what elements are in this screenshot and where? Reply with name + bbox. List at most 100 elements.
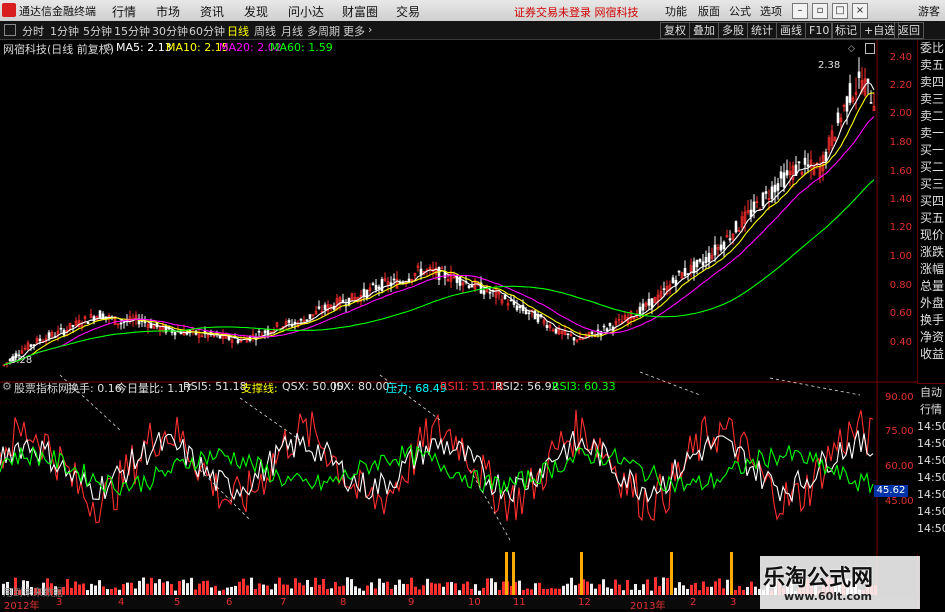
- side-panel-item[interactable]: 卖五: [918, 57, 945, 74]
- side-time-item[interactable]: 14:50: [917, 469, 945, 486]
- multi-stock-button[interactable]: 多股: [718, 22, 748, 39]
- side-panel-item[interactable]: 买四: [918, 193, 945, 210]
- guest-label[interactable]: 游客: [918, 3, 940, 19]
- chart-canvas[interactable]: [0, 40, 917, 597]
- period-tab-15min[interactable]: 15分钟: [114, 23, 150, 39]
- volume-bar: [346, 577, 349, 595]
- side-panel-item[interactable]: 卖二: [918, 108, 945, 125]
- volume-bar: [334, 581, 337, 595]
- month-label: 7: [280, 597, 287, 608]
- indicator-gear-icon[interactable]: ⚙: [2, 380, 12, 393]
- side-panel-item[interactable]: 买三: [918, 176, 945, 193]
- side-panel-item[interactable]: 总量: [918, 278, 945, 295]
- side-panel-item[interactable]: 涨跌: [918, 244, 945, 261]
- volume-bar: [118, 589, 121, 595]
- menu-options[interactable]: 选项: [760, 3, 782, 19]
- volume-bar: [534, 583, 537, 595]
- side-time-item[interactable]: 14:50: [917, 486, 945, 503]
- adjust-button[interactable]: 复权: [660, 22, 690, 39]
- side-time-item[interactable]: 14:50: [917, 503, 945, 520]
- volume-bar: [646, 579, 649, 595]
- menu-functions[interactable]: 功能: [665, 3, 687, 19]
- menu-market[interactable]: 市场: [156, 3, 180, 20]
- month-label: 6: [226, 597, 233, 608]
- close-icon[interactable]: ×: [852, 3, 868, 19]
- side-time-item[interactable]: 行情: [917, 401, 945, 418]
- panel-expand-icon[interactable]: [865, 43, 875, 54]
- restore-icon[interactable]: ▫: [812, 3, 828, 19]
- period-tab-monthly[interactable]: 月线: [281, 23, 303, 39]
- side-time-item[interactable]: 14:50: [917, 418, 945, 435]
- overlay-button[interactable]: 叠加: [689, 22, 719, 39]
- menu-ask[interactable]: 问小达: [288, 3, 324, 20]
- f10-button[interactable]: F10: [805, 22, 834, 39]
- candle-body: [806, 164, 810, 167]
- maximize-icon[interactable]: □: [832, 3, 848, 19]
- side-time-item[interactable]: 14:50: [917, 520, 945, 537]
- volume-bar: [226, 587, 229, 595]
- login-notice[interactable]: 证券交易未登录 网宿科技: [514, 4, 639, 20]
- candle-body: [515, 305, 519, 311]
- candle-body: [797, 161, 801, 164]
- candle-body: [803, 157, 807, 165]
- period-tab-intraday[interactable]: 分时: [22, 23, 44, 39]
- menu-wealth-circle[interactable]: 财富圈: [342, 3, 378, 20]
- volume-bar: [662, 577, 665, 595]
- volume-bar: [186, 583, 189, 595]
- side-time-item[interactable]: 自动: [917, 384, 945, 401]
- toolbar-toggle-icon[interactable]: [4, 24, 16, 36]
- candle-body: [785, 170, 789, 176]
- menu-layout[interactable]: 版面: [698, 3, 720, 19]
- menu-discover[interactable]: 发现: [244, 3, 268, 20]
- period-tab-more[interactable]: 更多: [343, 23, 365, 39]
- side-panel-item[interactable]: 买一: [918, 142, 945, 159]
- side-panel-item[interactable]: 买五: [918, 210, 945, 227]
- volume-bar: [470, 588, 473, 595]
- volume-bar: [726, 579, 729, 595]
- minimize-icon[interactable]: –: [792, 3, 808, 19]
- period-tab-multi[interactable]: 多周期: [307, 23, 340, 39]
- price-moving-averages: [3, 81, 875, 366]
- volume-bar: [350, 579, 353, 595]
- period-tab-30min[interactable]: 30分钟: [152, 23, 188, 39]
- candle-body: [98, 310, 102, 318]
- period-tab-daily[interactable]: 日线: [227, 23, 249, 39]
- side-time-item[interactable]: 14:50: [917, 435, 945, 452]
- period-tab-5min[interactable]: 5分钟: [83, 23, 112, 39]
- candle-body: [518, 305, 522, 309]
- volume-bar: [434, 583, 437, 595]
- volume-bar: [298, 582, 301, 595]
- menu-trade[interactable]: 交易: [396, 3, 420, 20]
- side-panel-item[interactable]: 换手: [918, 312, 945, 329]
- period-tab-weekly[interactable]: 周线: [254, 23, 276, 39]
- indicator-name[interactable]: 股票指标网: [14, 380, 69, 396]
- month-label: 9: [408, 597, 415, 608]
- side-panel-item[interactable]: 涨幅: [918, 261, 945, 278]
- side-panel-item[interactable]: 净资: [918, 329, 945, 346]
- side-panel-item[interactable]: 委比: [918, 40, 945, 57]
- more-chevron-icon[interactable]: ›: [368, 23, 372, 36]
- side-panel-item[interactable]: 卖四: [918, 74, 945, 91]
- side-tab-label[interactable]: [931, 22, 945, 31]
- side-panel-item[interactable]: 买二: [918, 159, 945, 176]
- side-time-item[interactable]: 14:50: [917, 452, 945, 469]
- volume-bar: [158, 579, 161, 595]
- volume-bar: [554, 588, 557, 595]
- side-panel-item[interactable]: 收益: [918, 346, 945, 363]
- menu-formula[interactable]: 公式: [729, 3, 751, 19]
- side-panel-item[interactable]: 现价: [918, 227, 945, 244]
- side-panel-item[interactable]: 卖三: [918, 91, 945, 108]
- menu-news[interactable]: 资讯: [200, 3, 224, 20]
- statistics-button[interactable]: 统计: [747, 22, 777, 39]
- side-panel-item[interactable]: 卖一: [918, 125, 945, 142]
- volume-bar: [222, 589, 225, 595]
- side-panel-item[interactable]: 外盘: [918, 295, 945, 312]
- draw-line-button[interactable]: 画线: [776, 22, 806, 39]
- panel-diamond-icon[interactable]: ◇: [848, 44, 855, 54]
- volume-bar: [462, 583, 465, 595]
- period-tab-1min[interactable]: 1分钟: [50, 23, 79, 39]
- menu-market-quotes[interactable]: 行情: [112, 3, 136, 20]
- period-tab-60min[interactable]: 60分钟: [189, 23, 225, 39]
- mark-button[interactable]: 标记: [831, 22, 861, 39]
- back-button[interactable]: 返回: [894, 22, 924, 39]
